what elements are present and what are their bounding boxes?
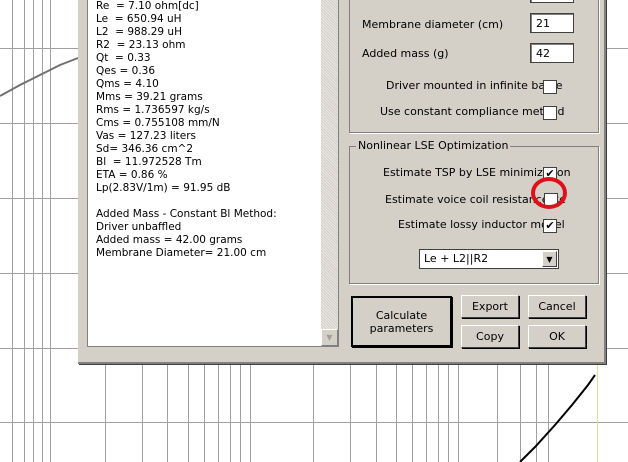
- vertical-scrollbar[interactable]: ▼: [321, 0, 338, 346]
- results-text: Re = 7.10 ohm[dc] Le = 650.94 uH L2 = 98…: [96, 0, 277, 259]
- lse-group-title: Nonlinear LSE Optimization: [356, 139, 511, 152]
- results-textbox[interactable]: Re = 7.10 ohm[dc] Le = 650.94 uH L2 = 98…: [87, 0, 339, 347]
- scroll-down-arrow-icon[interactable]: ▼: [321, 329, 338, 346]
- cancel-label: Cancel: [538, 300, 576, 313]
- copy-button[interactable]: Copy: [461, 325, 519, 348]
- top-field[interactable]: [530, 0, 574, 3]
- constant-compliance-label: Use constant compliance method: [380, 105, 565, 118]
- graph-curve-upper: [0, 57, 79, 97]
- estimate-lossy-checkbox[interactable]: ✔: [543, 219, 557, 233]
- added-mass-label: Added mass (g): [362, 47, 449, 60]
- ok-label: OK: [549, 330, 565, 343]
- export-button[interactable]: Export: [461, 295, 519, 318]
- copy-label: Copy: [476, 330, 504, 343]
- calculate-label: Calculate parameters: [369, 309, 434, 335]
- constant-compliance-checkbox[interactable]: [543, 106, 557, 120]
- estimate-lossy-label: Estimate lossy inductor model: [398, 218, 565, 231]
- tsp-dialog: Re = 7.10 ohm[dc] Le = 650.94 uH L2 = 98…: [78, 0, 606, 364]
- membrane-diameter-label: Membrane diameter (cm): [362, 18, 504, 31]
- cancel-button[interactable]: Cancel: [528, 295, 586, 318]
- added-mass-input[interactable]: 42: [530, 43, 574, 63]
- inductor-model-select[interactable]: Le + L2||R2 ▼: [419, 249, 559, 269]
- dropdown-arrow-icon[interactable]: ▼: [542, 251, 557, 267]
- infinite-baffle-label: Driver mounted in infinite baffle: [386, 79, 563, 92]
- graph-curve-lower: [519, 374, 596, 462]
- inductor-model-value: Le + L2||R2: [424, 252, 489, 265]
- export-label: Export: [471, 300, 508, 313]
- infinite-baffle-checkbox[interactable]: [543, 80, 557, 94]
- membrane-diameter-input[interactable]: 21: [530, 13, 574, 33]
- red-annotation-circle: [531, 177, 567, 209]
- calculate-parameters-button[interactable]: Calculate parameters: [351, 296, 452, 347]
- ok-button[interactable]: OK: [528, 325, 586, 348]
